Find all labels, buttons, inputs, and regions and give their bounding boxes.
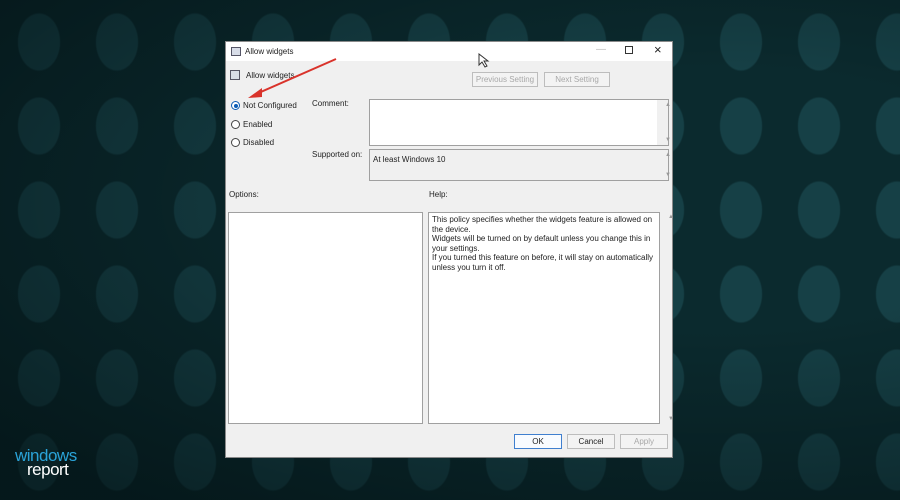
comment-input[interactable]: ▲ ▼ <box>369 99 671 146</box>
options-panel <box>228 212 423 424</box>
close-button[interactable]: × <box>654 42 662 57</box>
radio-indicator <box>231 101 240 110</box>
radio-label: Not Configured <box>243 101 297 110</box>
cancel-button[interactable]: Cancel <box>567 434 615 449</box>
comment-scrollbar[interactable]: ▲ ▼ <box>657 100 671 145</box>
radio-indicator <box>231 138 240 147</box>
radio-not-configured[interactable]: Not Configured <box>231 101 297 110</box>
apply-button[interactable]: Apply <box>620 434 668 449</box>
radio-disabled[interactable]: Disabled <box>231 138 274 147</box>
windows-report-logo: windows report <box>15 447 77 479</box>
comment-label: Comment: <box>312 99 349 108</box>
supported-scrollbar[interactable]: ▲ ▼ <box>657 150 671 180</box>
previous-setting-button[interactable]: Previous Setting <box>472 72 538 87</box>
minimize-button[interactable]: — <box>596 44 606 55</box>
help-text: If you turned this feature on before, it… <box>432 253 654 272</box>
radio-indicator <box>231 120 240 129</box>
logo-line2: report <box>27 460 69 479</box>
setting-icon <box>230 70 240 80</box>
next-setting-button[interactable]: Next Setting <box>544 72 610 87</box>
help-scrollbar[interactable]: ▲ ▼ <box>660 212 674 424</box>
ok-button[interactable]: OK <box>514 434 562 449</box>
policy-dialog: Allow widgets — × Allow widgets Previous… <box>225 41 674 458</box>
radio-enabled[interactable]: Enabled <box>231 120 272 129</box>
help-text: This policy specifies whether the widget… <box>432 215 653 234</box>
help-panel: This policy specifies whether the widget… <box>428 212 660 424</box>
help-label: Help: <box>429 190 448 199</box>
radio-label: Enabled <box>243 120 273 129</box>
supported-on-value: At least Windows 10 <box>373 155 446 164</box>
red-arrow-annotation <box>248 58 337 98</box>
maximize-button[interactable] <box>625 46 633 54</box>
mouse-cursor-icon <box>478 53 490 68</box>
options-label: Options: <box>229 190 259 199</box>
supported-on-field: At least Windows 10 ▲ ▼ <box>369 149 671 181</box>
supported-on-label: Supported on: <box>312 150 363 159</box>
radio-label: Disabled <box>243 138 275 147</box>
help-text: Widgets will be turned on by default unl… <box>432 234 651 253</box>
